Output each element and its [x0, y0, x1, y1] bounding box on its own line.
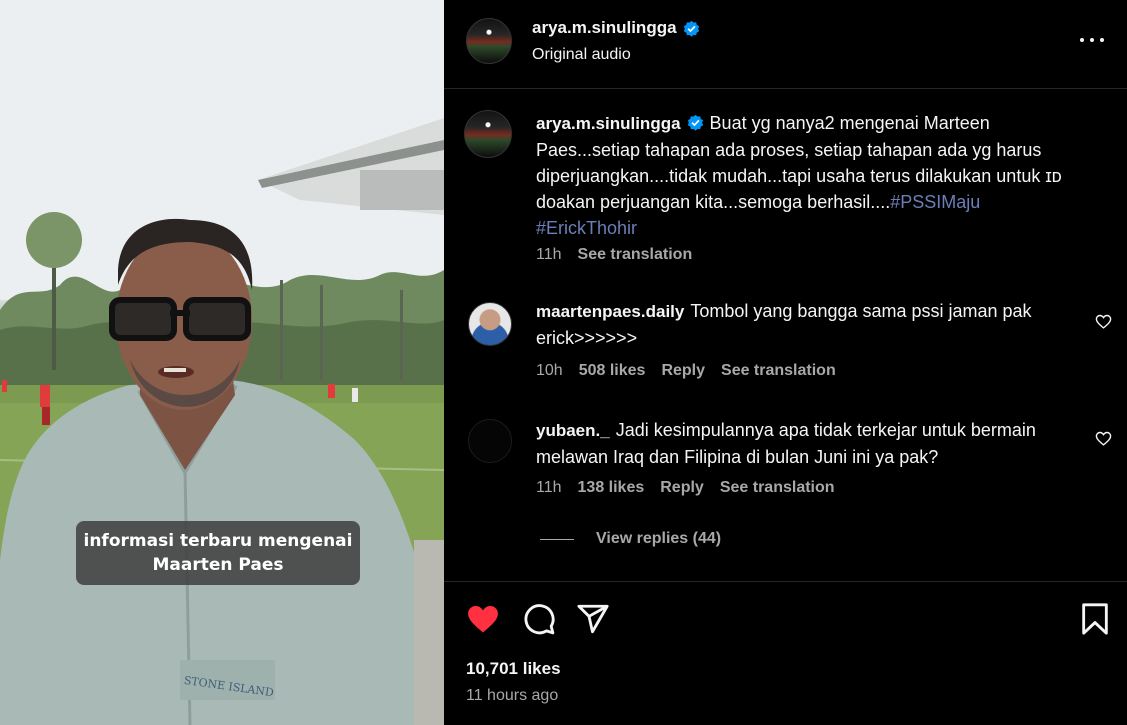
- comment-time[interactable]: 10h: [536, 362, 563, 380]
- commenter-avatar[interactable]: [468, 302, 512, 346]
- verified-badge-icon: [687, 114, 703, 131]
- heart-icon[interactable]: [466, 602, 500, 636]
- likes-count[interactable]: 10,701 likes: [466, 659, 561, 679]
- replies-divider: [540, 538, 574, 540]
- more-options-icon[interactable]: [1076, 28, 1108, 52]
- video-caption-line-2: Maarten Paes: [152, 555, 284, 575]
- see-translation-link[interactable]: See translation: [720, 479, 835, 497]
- commenter-username[interactable]: yubaen._: [536, 421, 610, 440]
- author-name-row: arya.m.sinulingga: [532, 18, 700, 38]
- view-replies-button[interactable]: View replies (44): [540, 530, 721, 548]
- see-translation-link[interactable]: See translation: [578, 246, 693, 264]
- reply-button[interactable]: Reply: [660, 479, 704, 497]
- share-icon[interactable]: [576, 602, 610, 636]
- comment-likes[interactable]: 138 likes: [578, 479, 645, 497]
- author-avatar[interactable]: [464, 110, 512, 158]
- comment-meta: 11h 138 likes Reply See translation: [536, 479, 835, 497]
- bookmark-icon[interactable]: [1078, 602, 1112, 636]
- caption-time[interactable]: 11h: [536, 246, 562, 264]
- audio-label[interactable]: Original audio: [532, 46, 631, 64]
- video-frame: STONE ISLAND: [0, 0, 444, 725]
- hashtag-link[interactable]: #ErickThohir: [536, 218, 637, 238]
- see-translation-link[interactable]: See translation: [721, 362, 836, 380]
- comment-meta: 10h 508 likes Reply See translation: [536, 362, 836, 380]
- video-caption-line-1: informasi terbaru mengenai: [83, 531, 353, 551]
- comment-like-icon[interactable]: [1095, 313, 1112, 330]
- caption-meta: 11h See translation: [536, 246, 692, 264]
- comments-section[interactable]: arya.m.sinulingga Buat yg nanya2 mengenai…: [444, 90, 1127, 580]
- post-header: arya.m.sinulingga Original audio: [444, 0, 1127, 89]
- comment-time[interactable]: 11h: [536, 479, 562, 497]
- caption-username[interactable]: arya.m.sinulingga: [536, 114, 681, 133]
- view-replies-label: View replies (44): [596, 530, 722, 547]
- post-video[interactable]: STONE ISLAND informasi terbaru mengenai …: [0, 0, 444, 725]
- reply-button[interactable]: Reply: [661, 362, 705, 380]
- author-username[interactable]: arya.m.sinulingga: [532, 18, 677, 38]
- post-actions-bar: 10,701 likes 11 hours ago: [444, 581, 1127, 725]
- comment-icon[interactable]: [522, 602, 556, 636]
- author-avatar[interactable]: [466, 18, 512, 64]
- caption-text-block: arya.m.sinulingga Buat yg nanya2 mengenai…: [536, 110, 1086, 241]
- post-timestamp[interactable]: 11 hours ago: [466, 687, 558, 705]
- comment-likes[interactable]: 508 likes: [579, 362, 646, 380]
- comment-like-icon[interactable]: [1095, 430, 1112, 447]
- hashtag-link[interactable]: #PSSIMaju: [890, 192, 980, 212]
- commenter-username[interactable]: maartenpaes.daily: [536, 302, 684, 321]
- comment-text-block: maartenpaes.daily Tombol yang bangga sama…: [536, 298, 1086, 351]
- post-side-panel: arya.m.sinulingga Original audio arya.m.…: [444, 0, 1127, 725]
- comment-text-block: yubaen._ Jadi kesimpulannya apa tidak ter…: [536, 417, 1086, 470]
- instagram-post-view: STONE ISLAND informasi terbaru mengenai …: [0, 0, 1127, 725]
- verified-badge-icon: [683, 20, 699, 37]
- video-caption-overlay: informasi terbaru mengenai Maarten Paes: [76, 521, 360, 585]
- comment-text: Jadi kesimpulannya apa tidak terkejar un…: [536, 420, 1036, 467]
- commenter-avatar[interactable]: [468, 419, 512, 463]
